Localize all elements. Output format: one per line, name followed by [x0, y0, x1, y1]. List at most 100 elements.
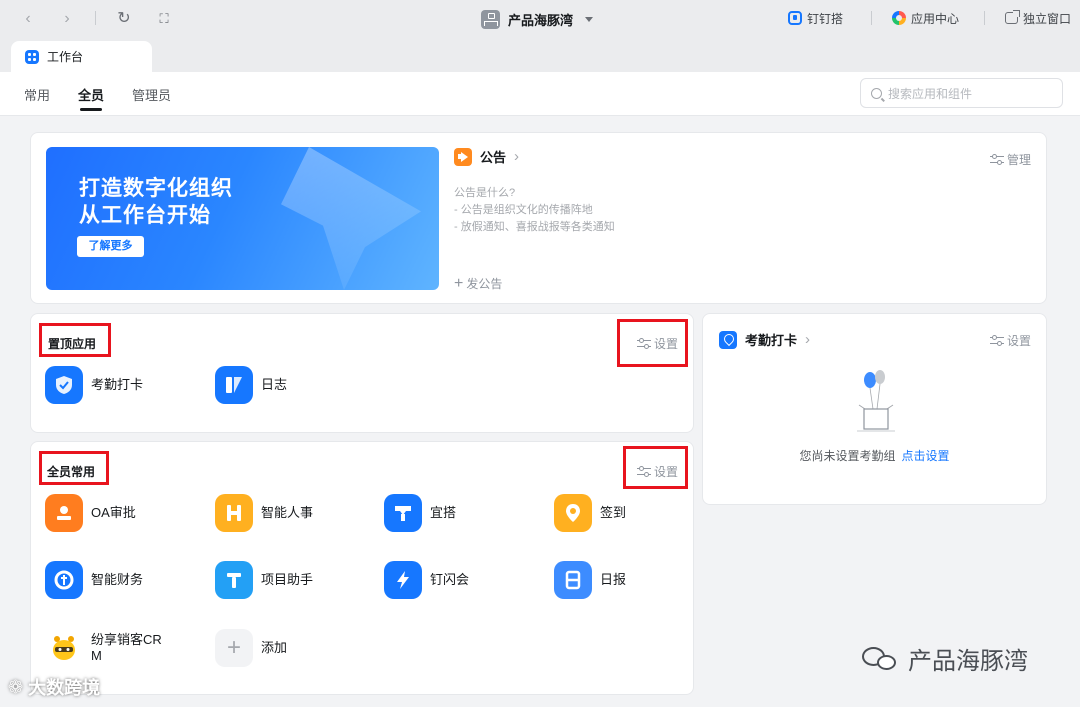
- app-label: 日报: [600, 572, 627, 587]
- app-center-link[interactable]: 应用中心: [892, 8, 959, 28]
- app-label: 智能财务: [91, 572, 144, 587]
- app-log[interactable]: 日志: [215, 366, 287, 404]
- tab-workbench-label: 工作台: [47, 50, 84, 64]
- announcement-line: - 放假通知、喜报战报等各类通知: [454, 221, 615, 233]
- common-apps-card: 全员常用 设置 OA审批 智能人事 宜搭 签到 智能财务 项目助手 钉闪会 日报…: [30, 441, 694, 695]
- app-checkin[interactable]: 签到: [554, 494, 626, 532]
- highlight-box: [39, 323, 111, 357]
- search-placeholder: 搜索应用和组件: [888, 86, 973, 101]
- watermark-left-text: 大数跨境: [28, 678, 101, 698]
- org-logo-icon: [481, 9, 500, 29]
- fullscreen-icon[interactable]: ⛶: [154, 9, 174, 29]
- paper-plane-decoration: [281, 147, 421, 290]
- title-bar: ‹ › ↻ ⛶ 产品海豚湾 钉钉搭 应用中心 独立窗口: [0, 0, 1080, 38]
- banner-title: 打造数字化组织 从工作台开始: [79, 175, 233, 229]
- dingtalk-builder-link[interactable]: 钉钉搭: [788, 8, 843, 28]
- chevron-right-icon: ›: [514, 148, 520, 165]
- app-label: 宜搭: [430, 505, 457, 520]
- post-announcement-button[interactable]: + 发公告: [454, 275, 502, 292]
- app-label: 纷享销客CR M: [91, 632, 162, 663]
- app-center-label: 应用中心: [911, 11, 960, 26]
- pinned-apps-card: 置顶应用 设置 考勤打卡 日志: [30, 313, 694, 433]
- chevron-down-icon: [585, 16, 594, 22]
- smart-hr-icon: [215, 494, 253, 532]
- daily-report-icon: [554, 561, 592, 599]
- announcement-line: - 公告是组织文化的传播阵地: [454, 204, 593, 216]
- setup-link[interactable]: 点击设置: [902, 449, 950, 463]
- divider: [95, 11, 96, 25]
- watermark-right: 产品海豚湾: [862, 641, 1028, 676]
- banner-line-2: 从工作台开始: [79, 204, 211, 227]
- app-yida[interactable]: 宜搭: [384, 494, 456, 532]
- search-icon: [871, 87, 882, 99]
- refresh-icon[interactable]: ↻: [114, 9, 134, 29]
- subtab-all-members[interactable]: 全员: [78, 85, 104, 111]
- dingtalk-builder-label: 钉钉搭: [807, 11, 844, 26]
- post-announcement-label: 发公告: [466, 277, 503, 291]
- chevron-right-icon: ›: [805, 331, 811, 348]
- app-label: 添加: [261, 640, 288, 655]
- standalone-window-button[interactable]: 独立窗口: [1005, 8, 1071, 28]
- learn-more-button[interactable]: 了解更多: [77, 236, 144, 257]
- manage-label: 管理: [1007, 153, 1032, 167]
- app-oa-approval[interactable]: OA审批: [45, 494, 136, 532]
- workbench-icon: [25, 49, 39, 64]
- settings-label: 设置: [1007, 334, 1032, 348]
- settings-slider-icon: [990, 335, 1004, 346]
- wechat-icon: [862, 645, 900, 673]
- add-app-button[interactable]: + 添加: [215, 629, 287, 667]
- back-icon[interactable]: ‹: [18, 9, 38, 29]
- dingtalk-builder-icon: [788, 11, 802, 25]
- app-fxiaoke-crm[interactable]: 纷享销客CR M: [45, 629, 205, 667]
- app-daily-report[interactable]: 日报: [554, 561, 626, 599]
- app-label: 钉闪会: [430, 572, 470, 587]
- announcement-line: 公告是什么?: [454, 187, 516, 199]
- tab-workbench[interactable]: 工作台: [11, 41, 152, 72]
- search-input[interactable]: 搜索应用和组件: [860, 78, 1063, 108]
- divider: [984, 11, 985, 25]
- banner-announcement-card: 打造数字化组织 从工作台开始 了解更多 公告 › 管理 公告是什么? - 公告是…: [30, 132, 1047, 304]
- open-window-icon: [1005, 10, 1020, 24]
- flash-meeting-icon: [384, 561, 422, 599]
- attendance-widget-header[interactable]: 考勤打卡 ›: [719, 330, 810, 349]
- empty-balloon-box-illustration: [857, 370, 895, 432]
- attendance-empty-state: 您尚未设置考勤组 点击设置: [703, 447, 1046, 464]
- attendance-settings-button[interactable]: 设置: [990, 332, 1031, 349]
- workbench-content: 打造数字化组织 从工作台开始 了解更多 公告 › 管理 公告是什么? - 公告是…: [0, 117, 1080, 707]
- attendance-shield-icon: [45, 366, 83, 404]
- fxiaoke-crm-icon: [45, 629, 83, 667]
- org-switcher[interactable]: 产品海豚湾: [481, 8, 594, 30]
- announcement-header[interactable]: 公告 ›: [454, 147, 519, 166]
- watermark-left: ❁ 大数跨境: [8, 674, 100, 700]
- attendance-widget-title: 考勤打卡: [745, 333, 798, 348]
- smart-finance-icon: [45, 561, 83, 599]
- attendance-widget-card: 考勤打卡 › 设置 您尚未设置考勤组 点击设置: [702, 313, 1047, 505]
- subtab-common[interactable]: 常用: [24, 85, 50, 104]
- app-attendance[interactable]: 考勤打卡: [45, 366, 143, 404]
- promo-banner[interactable]: 打造数字化组织 从工作台开始 了解更多: [46, 147, 439, 290]
- app-flash-meeting[interactable]: 钉闪会: [384, 561, 469, 599]
- announcement-manage-button[interactable]: 管理: [990, 151, 1031, 168]
- app-smart-hr[interactable]: 智能人事: [215, 494, 313, 532]
- watermark-logo-icon: ❁: [8, 676, 24, 697]
- project-assistant-icon: [215, 561, 253, 599]
- settings-slider-icon: [990, 154, 1004, 165]
- location-pin-icon: [719, 330, 737, 349]
- app-label: 日志: [261, 377, 288, 392]
- forward-icon[interactable]: ›: [57, 9, 77, 29]
- org-name: 产品海豚湾: [508, 12, 574, 28]
- plus-icon: +: [454, 274, 464, 292]
- oa-approval-icon: [45, 494, 83, 532]
- app-label: OA审批: [91, 505, 136, 520]
- checkin-icon: [554, 494, 592, 532]
- app-project-assistant[interactable]: 项目助手: [215, 561, 313, 599]
- subtab-admin[interactable]: 管理员: [132, 85, 171, 104]
- app-smart-finance[interactable]: 智能财务: [45, 561, 143, 599]
- app-label: 智能人事: [261, 505, 314, 520]
- add-icon: +: [215, 629, 253, 667]
- empty-message: 您尚未设置考勤组: [799, 449, 896, 463]
- app-label: 考勤打卡: [91, 377, 144, 392]
- divider: [871, 11, 872, 25]
- tab-strip: 工作台: [0, 38, 1080, 72]
- standalone-window-label: 独立窗口: [1023, 11, 1072, 26]
